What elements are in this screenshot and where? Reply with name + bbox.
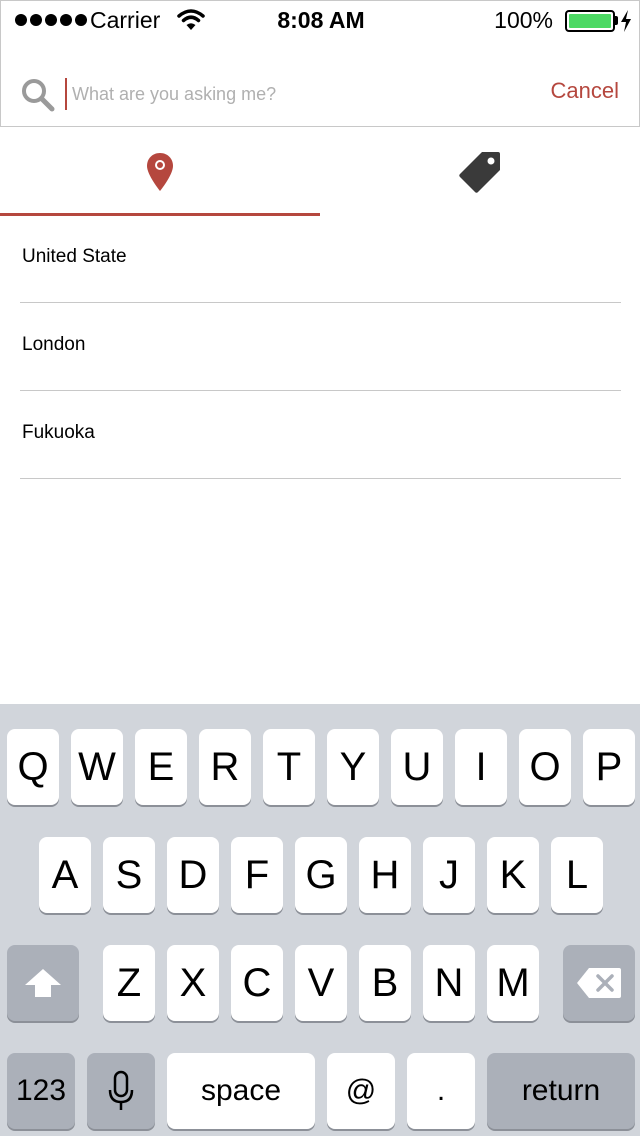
battery-icon xyxy=(565,10,615,32)
on-screen-keyboard: Q W E R T Y U I O P A S D F G H J K L Z … xyxy=(0,704,640,1136)
location-pin-icon xyxy=(147,153,173,191)
list-item[interactable]: United State xyxy=(20,215,621,303)
key-t[interactable]: T xyxy=(263,729,315,805)
microphone-icon xyxy=(108,1070,134,1110)
key-h[interactable]: H xyxy=(359,837,411,913)
cancel-button[interactable]: Cancel xyxy=(551,78,619,104)
key-o[interactable]: O xyxy=(519,729,571,805)
search-input[interactable] xyxy=(65,78,505,110)
battery-tip xyxy=(615,16,618,25)
key-l[interactable]: L xyxy=(551,837,603,913)
at-key[interactable]: @ xyxy=(327,1053,395,1129)
key-p[interactable]: P xyxy=(583,729,635,805)
battery-percentage: 100% xyxy=(494,7,553,33)
key-g[interactable]: G xyxy=(295,837,347,913)
dictation-key[interactable] xyxy=(87,1053,155,1129)
key-w[interactable]: W xyxy=(71,729,123,805)
key-y[interactable]: Y xyxy=(327,729,379,805)
key-s[interactable]: S xyxy=(103,837,155,913)
list-item[interactable]: Fukuoka xyxy=(20,391,621,479)
tab-tags[interactable] xyxy=(320,127,640,217)
key-q[interactable]: Q xyxy=(7,729,59,805)
key-b[interactable]: B xyxy=(359,945,411,1021)
key-c[interactable]: C xyxy=(231,945,283,1021)
tab-location[interactable] xyxy=(0,127,320,217)
key-j[interactable]: J xyxy=(423,837,475,913)
shift-arrow-icon xyxy=(25,969,61,997)
charging-bolt-icon xyxy=(621,10,631,32)
category-tabs xyxy=(0,127,640,217)
backspace-icon xyxy=(577,968,621,998)
space-key[interactable]: space xyxy=(167,1053,315,1129)
key-e[interactable]: E xyxy=(135,729,187,805)
shift-key[interactable] xyxy=(7,945,79,1021)
backspace-key[interactable] xyxy=(563,945,635,1021)
search-bar: Cancel xyxy=(0,40,640,127)
key-f[interactable]: F xyxy=(231,837,283,913)
key-k[interactable]: K xyxy=(487,837,539,913)
key-z[interactable]: Z xyxy=(103,945,155,1021)
period-key[interactable]: . xyxy=(407,1053,475,1129)
key-a[interactable]: A xyxy=(39,837,91,913)
search-icon xyxy=(22,79,55,112)
status-bar: Carrier 8:08 AM 100% xyxy=(0,0,640,40)
key-x[interactable]: X xyxy=(167,945,219,1021)
key-r[interactable]: R xyxy=(199,729,251,805)
results-list: United State London Fukuoka xyxy=(20,215,621,479)
key-m[interactable]: M xyxy=(487,945,539,1021)
key-d[interactable]: D xyxy=(167,837,219,913)
return-key[interactable]: return xyxy=(487,1053,635,1129)
numbers-key[interactable]: 123 xyxy=(7,1053,75,1129)
key-u[interactable]: U xyxy=(391,729,443,805)
tag-icon xyxy=(459,152,500,193)
key-n[interactable]: N xyxy=(423,945,475,1021)
key-v[interactable]: V xyxy=(295,945,347,1021)
list-item[interactable]: London xyxy=(20,303,621,391)
key-i[interactable]: I xyxy=(455,729,507,805)
